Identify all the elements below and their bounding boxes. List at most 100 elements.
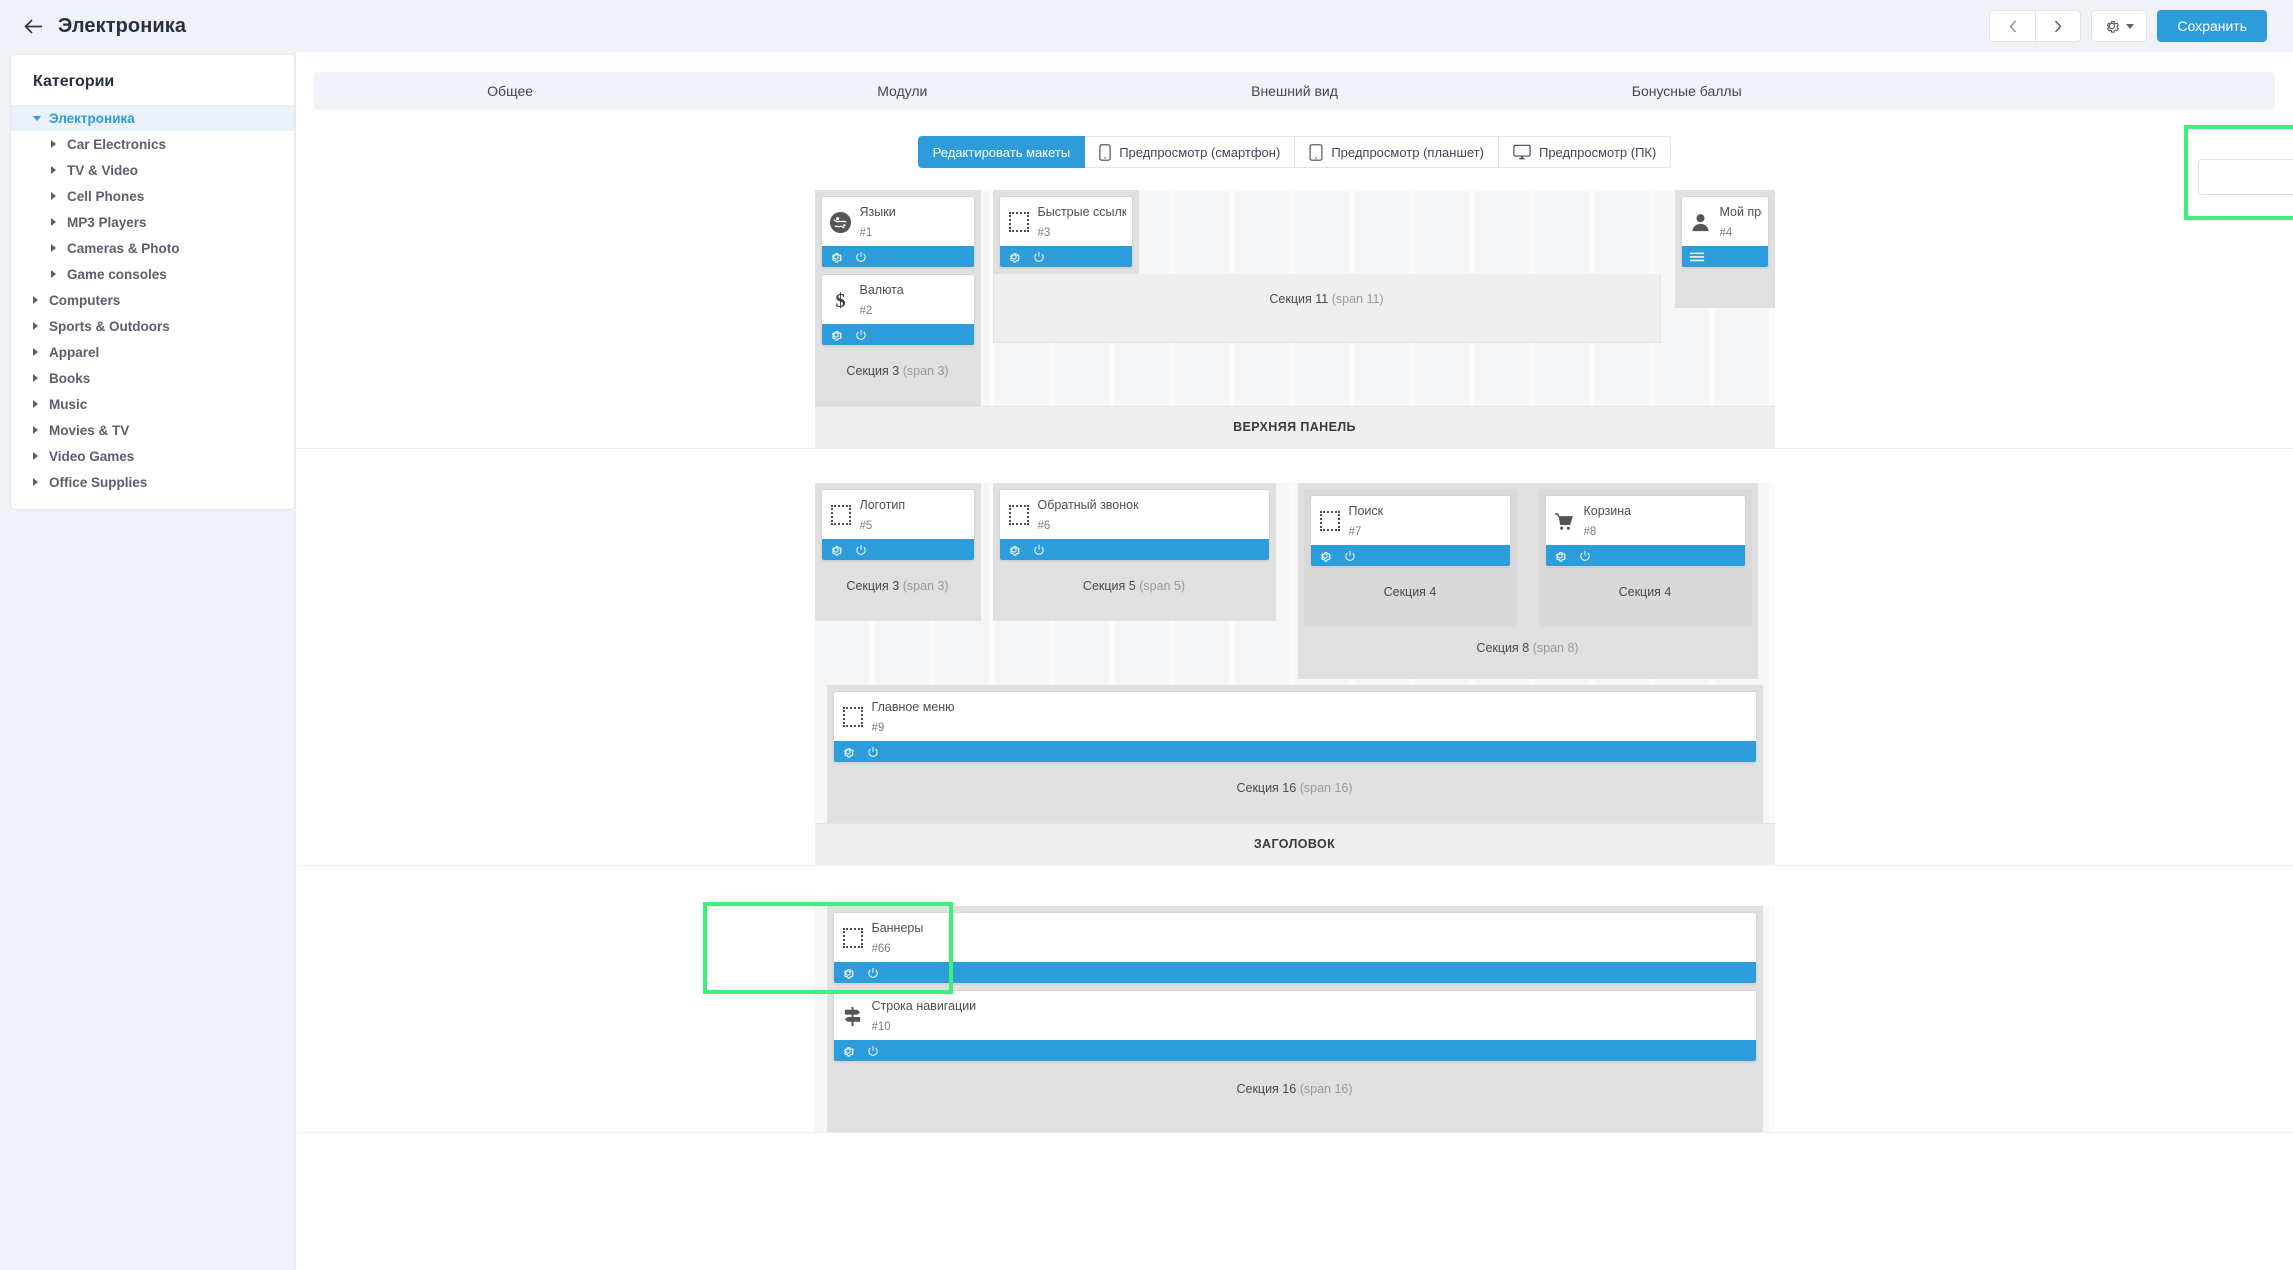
- section-name: Секция 5: [1083, 579, 1136, 593]
- preview-button-0[interactable]: Редактировать макеты: [918, 136, 1086, 168]
- tab-1[interactable]: Модули: [706, 72, 1098, 110]
- next-button[interactable]: [2035, 10, 2081, 42]
- sidebar-item-video-games[interactable]: Video Games: [11, 443, 294, 469]
- widget-number: #4: [1720, 227, 1733, 239]
- preview-button-3[interactable]: Предпросмотр (ПК): [1499, 136, 1671, 168]
- gear-icon[interactable]: [829, 328, 843, 342]
- pager-button-group: [1989, 10, 2081, 42]
- sidebar-item-car-electronics[interactable]: Car Electronics: [11, 131, 294, 157]
- sidebar-item-электроника[interactable]: Электроника: [11, 105, 294, 131]
- tab-0[interactable]: Общее: [314, 72, 706, 110]
- gear-icon[interactable]: [1007, 250, 1021, 264]
- gear-icon[interactable]: [1318, 549, 1332, 563]
- cart-icon: [1553, 509, 1577, 533]
- chevron-right-icon[interactable]: [33, 478, 47, 486]
- tab-2[interactable]: Внешний вид: [1098, 72, 1490, 110]
- power-icon[interactable]: [866, 1044, 880, 1058]
- sidebar-item-music[interactable]: Music: [11, 391, 294, 417]
- widget-number: #2: [860, 305, 873, 317]
- widget-text: Валюта #2: [860, 280, 904, 320]
- previous-button[interactable]: [1989, 10, 2035, 42]
- preview-button-label: Предпросмотр (ПК): [1539, 145, 1656, 160]
- tab-layouts[interactable]: Макеты: [2198, 159, 2293, 195]
- sidebar-item-tv-video[interactable]: TV & Video: [11, 157, 294, 183]
- preview-button-1[interactable]: Предпросмотр (смартфон): [1085, 136, 1295, 168]
- power-icon[interactable]: [866, 745, 880, 759]
- widget-header: Обратный звонок #6: [1000, 490, 1269, 539]
- sidebar-item-game-consoles[interactable]: Game consoles: [11, 261, 294, 287]
- power-icon[interactable]: [1032, 250, 1046, 264]
- gear-icon[interactable]: [1007, 543, 1021, 557]
- back-button[interactable]: [18, 11, 48, 41]
- gear-icon[interactable]: [841, 745, 855, 759]
- chevron-right-icon[interactable]: [51, 244, 65, 252]
- section-body: Секция 11 (span 11): [993, 274, 1661, 343]
- gear-icon[interactable]: [829, 250, 843, 264]
- save-button[interactable]: Сохранить: [2157, 10, 2267, 42]
- chevron-right-icon[interactable]: [33, 296, 47, 304]
- preview-mode-row: Редактировать макетыПредпросмотр (смартф…: [296, 136, 2293, 168]
- chevron-right-icon[interactable]: [33, 348, 47, 356]
- power-icon[interactable]: [1343, 549, 1357, 563]
- widget-block[interactable]: $ Валюта #2: [821, 274, 975, 346]
- gear-icon[interactable]: [841, 1044, 855, 1058]
- widget-block[interactable]: Обратный звонок #6: [999, 489, 1270, 561]
- chevron-right-icon[interactable]: [51, 166, 65, 174]
- preview-button-2[interactable]: Предпросмотр (планшет): [1295, 136, 1499, 168]
- chevron-right-icon[interactable]: [33, 426, 47, 434]
- widget-block[interactable]: Главное меню #9: [833, 691, 1757, 763]
- chevron-right-icon[interactable]: [51, 140, 65, 148]
- phone-icon: [1099, 144, 1111, 161]
- power-icon[interactable]: [866, 966, 880, 980]
- chevron-down-icon[interactable]: [33, 116, 47, 121]
- chevron-right-icon[interactable]: [51, 192, 65, 200]
- widget-block[interactable]: Поиск #7: [1310, 495, 1511, 567]
- widget-block[interactable]: Быстрые ссылки #3: [999, 196, 1133, 268]
- sidebar-item-movies-tv[interactable]: Movies & TV: [11, 417, 294, 443]
- signpost-icon: [841, 1004, 865, 1028]
- sidebar-item-office-supplies[interactable]: Office Supplies: [11, 469, 294, 495]
- dotted-box-icon: [1007, 503, 1031, 527]
- power-icon[interactable]: [854, 250, 868, 264]
- sidebar-item-cameras-photo[interactable]: Cameras & Photo: [11, 235, 294, 261]
- list-icon[interactable]: [1689, 250, 1705, 264]
- sidebar-item-label: Cell Phones: [67, 189, 144, 204]
- power-icon[interactable]: [1578, 549, 1592, 563]
- gear-icon[interactable]: [841, 966, 855, 980]
- power-icon[interactable]: [854, 543, 868, 557]
- widget-block[interactable]: Мой профиль #4: [1681, 196, 1769, 268]
- settings-dropdown-button[interactable]: [2091, 10, 2147, 42]
- sidebar-item-books[interactable]: Books: [11, 365, 294, 391]
- tab-3[interactable]: Бонусные баллы: [1491, 72, 1883, 110]
- widget-number: #5: [860, 520, 873, 532]
- chevron-right-icon[interactable]: [51, 270, 65, 278]
- sidebar-item-apparel[interactable]: Apparel: [11, 339, 294, 365]
- chevron-right-icon[interactable]: [33, 322, 47, 330]
- gear-icon[interactable]: [1553, 549, 1567, 563]
- widget-block[interactable]: Языки #1: [821, 196, 975, 268]
- chevron-right-icon[interactable]: [33, 400, 47, 408]
- preview-button-label: Предпросмотр (планшет): [1331, 145, 1484, 160]
- widget-name: Языки: [860, 205, 896, 219]
- sidebar-item-cell-phones[interactable]: Cell Phones: [11, 183, 294, 209]
- sidebar-item-sports-outdoors[interactable]: Sports & Outdoors: [11, 313, 294, 339]
- sidebar-item-mp3-players[interactable]: MP3 Players: [11, 209, 294, 235]
- widget-header: Корзина #8: [1546, 496, 1745, 545]
- widget-number: #7: [1349, 526, 1362, 538]
- chevron-right-icon[interactable]: [51, 218, 65, 226]
- chevron-right-icon[interactable]: [33, 452, 47, 460]
- power-icon[interactable]: [1032, 543, 1046, 557]
- widget-block[interactable]: Баннеры #66: [833, 912, 1757, 984]
- widget-text: Строка навигации #10: [872, 996, 977, 1036]
- chevron-right-icon: [2054, 20, 2062, 33]
- section-name: Секция 4: [1384, 585, 1437, 599]
- power-icon[interactable]: [854, 328, 868, 342]
- gear-icon[interactable]: [829, 543, 843, 557]
- chevron-right-icon[interactable]: [33, 374, 47, 382]
- section-name: Секция 8: [1476, 641, 1529, 655]
- widget-block[interactable]: Корзина #8: [1545, 495, 1746, 567]
- sidebar-item-computers[interactable]: Computers: [11, 287, 294, 313]
- widget-block[interactable]: Строка навигации #10: [833, 990, 1757, 1062]
- widget-block[interactable]: Логотип #5: [821, 489, 975, 561]
- section-wrapper: Быстрые ссылки #3: [993, 190, 1661, 343]
